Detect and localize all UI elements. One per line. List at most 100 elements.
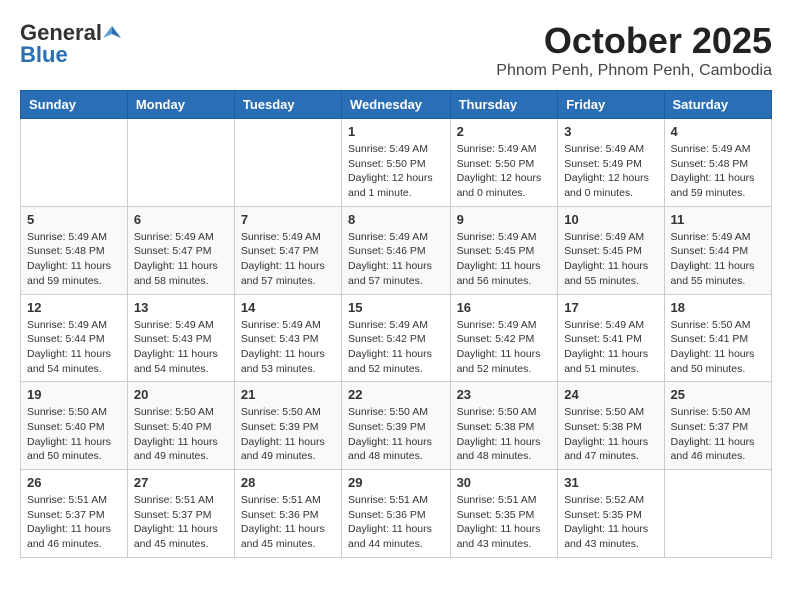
weekday-header-thursday: Thursday bbox=[450, 91, 558, 119]
day-number: 26 bbox=[27, 475, 121, 490]
day-info: Sunrise: 5:50 AM Sunset: 5:41 PM Dayligh… bbox=[671, 318, 765, 377]
calendar-cell: 28Sunrise: 5:51 AM Sunset: 5:36 PM Dayli… bbox=[234, 470, 341, 558]
day-info: Sunrise: 5:51 AM Sunset: 5:37 PM Dayligh… bbox=[134, 493, 228, 552]
day-number: 31 bbox=[564, 475, 657, 490]
day-number: 11 bbox=[671, 212, 765, 227]
calendar-cell: 1Sunrise: 5:49 AM Sunset: 5:50 PM Daylig… bbox=[342, 119, 451, 207]
day-number: 29 bbox=[348, 475, 444, 490]
weekday-header-saturday: Saturday bbox=[664, 91, 771, 119]
calendar-week-row: 5 Sunrise: 5:49 AM Sunset: 5:48 PM Daylig… bbox=[21, 206, 772, 294]
calendar-cell: 12 Sunrise: 5:49 AM Sunset: 5:44 PM Dayli… bbox=[21, 294, 128, 382]
calendar-cell bbox=[21, 119, 128, 207]
calendar-cell: 29 Sunrise: 5:51 AM Sunset: 5:36 PM Dayli… bbox=[342, 470, 451, 558]
day-number: 1 bbox=[348, 124, 444, 139]
calendar-week-row: 19 Sunrise: 5:50 AM Sunset: 5:40 PM Dayli… bbox=[21, 382, 772, 470]
calendar-cell: 7 Sunrise: 5:49 AM Sunset: 5:47 PM Daylig… bbox=[234, 206, 341, 294]
calendar-cell: 16 Sunrise: 5:49 AM Sunset: 5:42 PM Dayli… bbox=[450, 294, 558, 382]
calendar-cell: 20 Sunrise: 5:50 AM Sunset: 5:40 PM Dayli… bbox=[127, 382, 234, 470]
calendar-cell: 25 Sunrise: 5:50 AM Sunset: 5:37 PM Dayli… bbox=[664, 382, 771, 470]
day-number: 19 bbox=[27, 387, 121, 402]
calendar-cell: 30Sunrise: 5:51 AM Sunset: 5:35 PM Dayli… bbox=[450, 470, 558, 558]
weekday-header-friday: Friday bbox=[558, 91, 664, 119]
day-info: Sunrise: 5:50 AM Sunset: 5:37 PM Dayligh… bbox=[671, 405, 765, 464]
calendar-cell: 26Sunrise: 5:51 AM Sunset: 5:37 PM Dayli… bbox=[21, 470, 128, 558]
day-number: 21 bbox=[241, 387, 335, 402]
day-number: 5 bbox=[27, 212, 121, 227]
day-info: Sunrise: 5:50 AM Sunset: 5:40 PM Dayligh… bbox=[27, 405, 121, 464]
calendar-cell: 3 Sunrise: 5:49 AM Sunset: 5:49 PM Daylig… bbox=[558, 119, 664, 207]
calendar-cell bbox=[127, 119, 234, 207]
day-number: 2 bbox=[457, 124, 552, 139]
calendar-cell: 8 Sunrise: 5:49 AM Sunset: 5:46 PM Daylig… bbox=[342, 206, 451, 294]
calendar-cell: 19 Sunrise: 5:50 AM Sunset: 5:40 PM Dayli… bbox=[21, 382, 128, 470]
day-info: Sunrise: 5:49 AM Sunset: 5:42 PM Dayligh… bbox=[348, 318, 444, 377]
calendar-week-row: 26 Sunrise: 5:51 AM Sunset: 5:37 PM Dayli… bbox=[21, 470, 772, 558]
calendar-cell: 5 Sunrise: 5:49 AM Sunset: 5:48 PM Daylig… bbox=[21, 206, 128, 294]
day-number: 10 bbox=[564, 212, 657, 227]
day-info: Sunrise: 5:50 AM Sunset: 5:39 PM Dayligh… bbox=[348, 405, 444, 464]
calendar-cell: 21Sunrise: 5:50 AM Sunset: 5:39 PM Dayli… bbox=[234, 382, 341, 470]
calendar-cell: 17 Sunrise: 5:49 AM Sunset: 5:41 PM Dayli… bbox=[558, 294, 664, 382]
calendar-cell: 11 Sunrise: 5:49 AM Sunset: 5:44 PM Dayli… bbox=[664, 206, 771, 294]
day-info: Sunrise: 5:49 AM Sunset: 5:42 PM Dayligh… bbox=[457, 318, 552, 377]
day-info: Sunrise: 5:49 AM Sunset: 5:44 PM Dayligh… bbox=[671, 230, 765, 289]
day-number: 18 bbox=[671, 300, 765, 315]
day-info: Sunrise: 5:50 AM Sunset: 5:38 PM Dayligh… bbox=[457, 405, 552, 464]
page-header: General Blue October 2025 Phnom Penh, Ph… bbox=[20, 20, 772, 80]
day-info: Sunrise: 5:50 AM Sunset: 5:40 PM Dayligh… bbox=[134, 405, 228, 464]
weekday-header-monday: Monday bbox=[127, 91, 234, 119]
day-info: Sunrise: 5:49 AM Sunset: 5:46 PM Dayligh… bbox=[348, 230, 444, 289]
day-number: 20 bbox=[134, 387, 228, 402]
day-info: Sunrise: 5:52 AM Sunset: 5:35 PM Dayligh… bbox=[564, 493, 657, 552]
day-info: Sunrise: 5:49 AM Sunset: 5:41 PM Dayligh… bbox=[564, 318, 657, 377]
calendar-cell: 10 Sunrise: 5:49 AM Sunset: 5:45 PM Dayli… bbox=[558, 206, 664, 294]
day-number: 12 bbox=[27, 300, 121, 315]
calendar-cell: 15 Sunrise: 5:49 AM Sunset: 5:42 PM Dayli… bbox=[342, 294, 451, 382]
day-info: Sunrise: 5:49 AM Sunset: 5:49 PM Dayligh… bbox=[564, 142, 657, 201]
day-number: 22 bbox=[348, 387, 444, 402]
day-info: Sunrise: 5:49 AM Sunset: 5:48 PM Dayligh… bbox=[671, 142, 765, 201]
day-number: 14 bbox=[241, 300, 335, 315]
day-info: Sunrise: 5:51 AM Sunset: 5:36 PM Dayligh… bbox=[241, 493, 335, 552]
calendar-cell: 22 Sunrise: 5:50 AM Sunset: 5:39 PM Dayli… bbox=[342, 382, 451, 470]
calendar-cell: 4Sunrise: 5:49 AM Sunset: 5:48 PM Daylig… bbox=[664, 119, 771, 207]
day-info: Sunrise: 5:49 AM Sunset: 5:45 PM Dayligh… bbox=[457, 230, 552, 289]
day-number: 16 bbox=[457, 300, 552, 315]
day-number: 27 bbox=[134, 475, 228, 490]
calendar-cell: 9 Sunrise: 5:49 AM Sunset: 5:45 PM Daylig… bbox=[450, 206, 558, 294]
day-number: 9 bbox=[457, 212, 552, 227]
weekday-header-wednesday: Wednesday bbox=[342, 91, 451, 119]
calendar-header-row: SundayMondayTuesdayWednesdayThursdayFrid… bbox=[21, 91, 772, 119]
day-number: 7 bbox=[241, 212, 335, 227]
location-title: Phnom Penh, Phnom Penh, Cambodia bbox=[496, 62, 772, 80]
day-number: 8 bbox=[348, 212, 444, 227]
calendar-cell bbox=[664, 470, 771, 558]
day-info: Sunrise: 5:51 AM Sunset: 5:36 PM Dayligh… bbox=[348, 493, 444, 552]
day-info: Sunrise: 5:49 AM Sunset: 5:45 PM Dayligh… bbox=[564, 230, 657, 289]
calendar-cell: 24Sunrise: 5:50 AM Sunset: 5:38 PM Dayli… bbox=[558, 382, 664, 470]
calendar-cell bbox=[234, 119, 341, 207]
day-number: 30 bbox=[457, 475, 552, 490]
day-number: 23 bbox=[457, 387, 552, 402]
day-info: Sunrise: 5:49 AM Sunset: 5:44 PM Dayligh… bbox=[27, 318, 121, 377]
calendar-cell: 27 Sunrise: 5:51 AM Sunset: 5:37 PM Dayli… bbox=[127, 470, 234, 558]
calendar-cell: 6Sunrise: 5:49 AM Sunset: 5:47 PM Daylig… bbox=[127, 206, 234, 294]
logo: General Blue bbox=[20, 20, 122, 68]
day-number: 15 bbox=[348, 300, 444, 315]
day-number: 25 bbox=[671, 387, 765, 402]
day-info: Sunrise: 5:49 AM Sunset: 5:50 PM Dayligh… bbox=[457, 142, 552, 201]
month-title: October 2025 bbox=[496, 20, 772, 62]
day-info: Sunrise: 5:49 AM Sunset: 5:47 PM Dayligh… bbox=[241, 230, 335, 289]
day-number: 6 bbox=[134, 212, 228, 227]
day-info: Sunrise: 5:49 AM Sunset: 5:43 PM Dayligh… bbox=[241, 318, 335, 377]
calendar-cell: 31 Sunrise: 5:52 AM Sunset: 5:35 PM Dayli… bbox=[558, 470, 664, 558]
calendar-cell: 18 Sunrise: 5:50 AM Sunset: 5:41 PM Dayli… bbox=[664, 294, 771, 382]
day-number: 17 bbox=[564, 300, 657, 315]
calendar-cell: 23 Sunrise: 5:50 AM Sunset: 5:38 PM Dayli… bbox=[450, 382, 558, 470]
calendar-cell: 14 Sunrise: 5:49 AM Sunset: 5:43 PM Dayli… bbox=[234, 294, 341, 382]
day-info: Sunrise: 5:49 AM Sunset: 5:43 PM Dayligh… bbox=[134, 318, 228, 377]
day-info: Sunrise: 5:49 AM Sunset: 5:48 PM Dayligh… bbox=[27, 230, 121, 289]
day-number: 3 bbox=[564, 124, 657, 139]
day-info: Sunrise: 5:50 AM Sunset: 5:38 PM Dayligh… bbox=[564, 405, 657, 464]
calendar-week-row: 1 Sunrise: 5:49 AM Sunset: 5:50 PM Daylig… bbox=[21, 119, 772, 207]
